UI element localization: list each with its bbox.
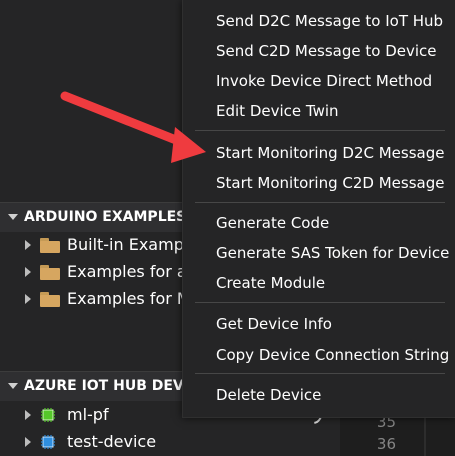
menu-item-label: Generate SAS Token for Device: [216, 244, 450, 262]
menu-item-label: Start Monitoring D2C Message: [216, 144, 445, 162]
chip-icon: [41, 408, 55, 422]
menu-item-get-device-info[interactable]: Get Device Info: [183, 309, 455, 339]
device-label: test-device: [67, 432, 157, 451]
section-collapse-icon: [8, 214, 18, 220]
chevron-right-icon: [25, 240, 31, 250]
menu-item-send-c2d[interactable]: Send C2D Message to Device: [183, 36, 455, 66]
device-context-menu: Send D2C Message to IoT Hub Send C2D Mes…: [182, 0, 455, 418]
menu-item-edit-device-twin[interactable]: Edit Device Twin: [183, 96, 455, 126]
menu-item-label: Start Monitoring C2D Message: [216, 174, 445, 192]
menu-item-label: Create Module: [216, 274, 326, 292]
section-collapse-icon: [8, 383, 18, 389]
menu-item-send-d2c[interactable]: Send D2C Message to IoT Hub: [183, 6, 455, 36]
menu-item-create-module[interactable]: Create Module: [183, 268, 455, 298]
folder-icon: [40, 265, 60, 280]
menu-item-label: Invoke Device Direct Method: [216, 72, 433, 90]
menu-item-label: Send C2D Message to Device: [216, 42, 437, 60]
device-label: ml-pf: [67, 405, 109, 424]
menu-item-generate-code[interactable]: Generate Code: [183, 208, 455, 238]
section-title: ARDUINO EXAMPLES: [24, 209, 187, 225]
menu-item-delete-device[interactable]: Delete Device: [183, 380, 455, 410]
menu-item-copy-connection-string[interactable]: Copy Device Connection String: [183, 340, 455, 370]
menu-separator: [195, 202, 445, 203]
menu-item-label: Delete Device: [216, 386, 322, 404]
chevron-right-icon: [25, 294, 31, 304]
menu-separator: [195, 373, 445, 374]
menu-separator: [195, 302, 445, 303]
chip-icon: [41, 435, 55, 449]
chevron-right-icon: [25, 267, 31, 277]
folder-icon: [40, 238, 60, 253]
chevron-right-icon: [25, 410, 31, 420]
menu-item-label: Generate Code: [216, 214, 330, 232]
device-item-test-device[interactable]: test-device: [0, 428, 340, 456]
menu-item-label: Edit Device Twin: [216, 102, 339, 120]
menu-item-label: Copy Device Connection String: [216, 346, 450, 364]
folder-icon: [40, 292, 60, 307]
vscode-screen: ARDUINO EXAMPLES Built-in Examples Examp…: [0, 0, 455, 456]
menu-item-generate-sas-token[interactable]: Generate SAS Token for Device: [183, 238, 455, 268]
chevron-right-icon: [25, 437, 31, 447]
line-number: 36: [376, 435, 396, 453]
menu-item-start-monitoring-c2d[interactable]: Start Monitoring C2D Message: [183, 168, 455, 198]
menu-separator: [195, 130, 445, 131]
menu-item-label: Get Device Info: [216, 315, 332, 333]
menu-item-start-monitoring-d2c[interactable]: Start Monitoring D2C Message: [183, 138, 455, 168]
menu-item-invoke-direct-method[interactable]: Invoke Device Direct Method: [183, 66, 455, 96]
menu-item-label: Send D2C Message to IoT Hub: [216, 12, 444, 30]
